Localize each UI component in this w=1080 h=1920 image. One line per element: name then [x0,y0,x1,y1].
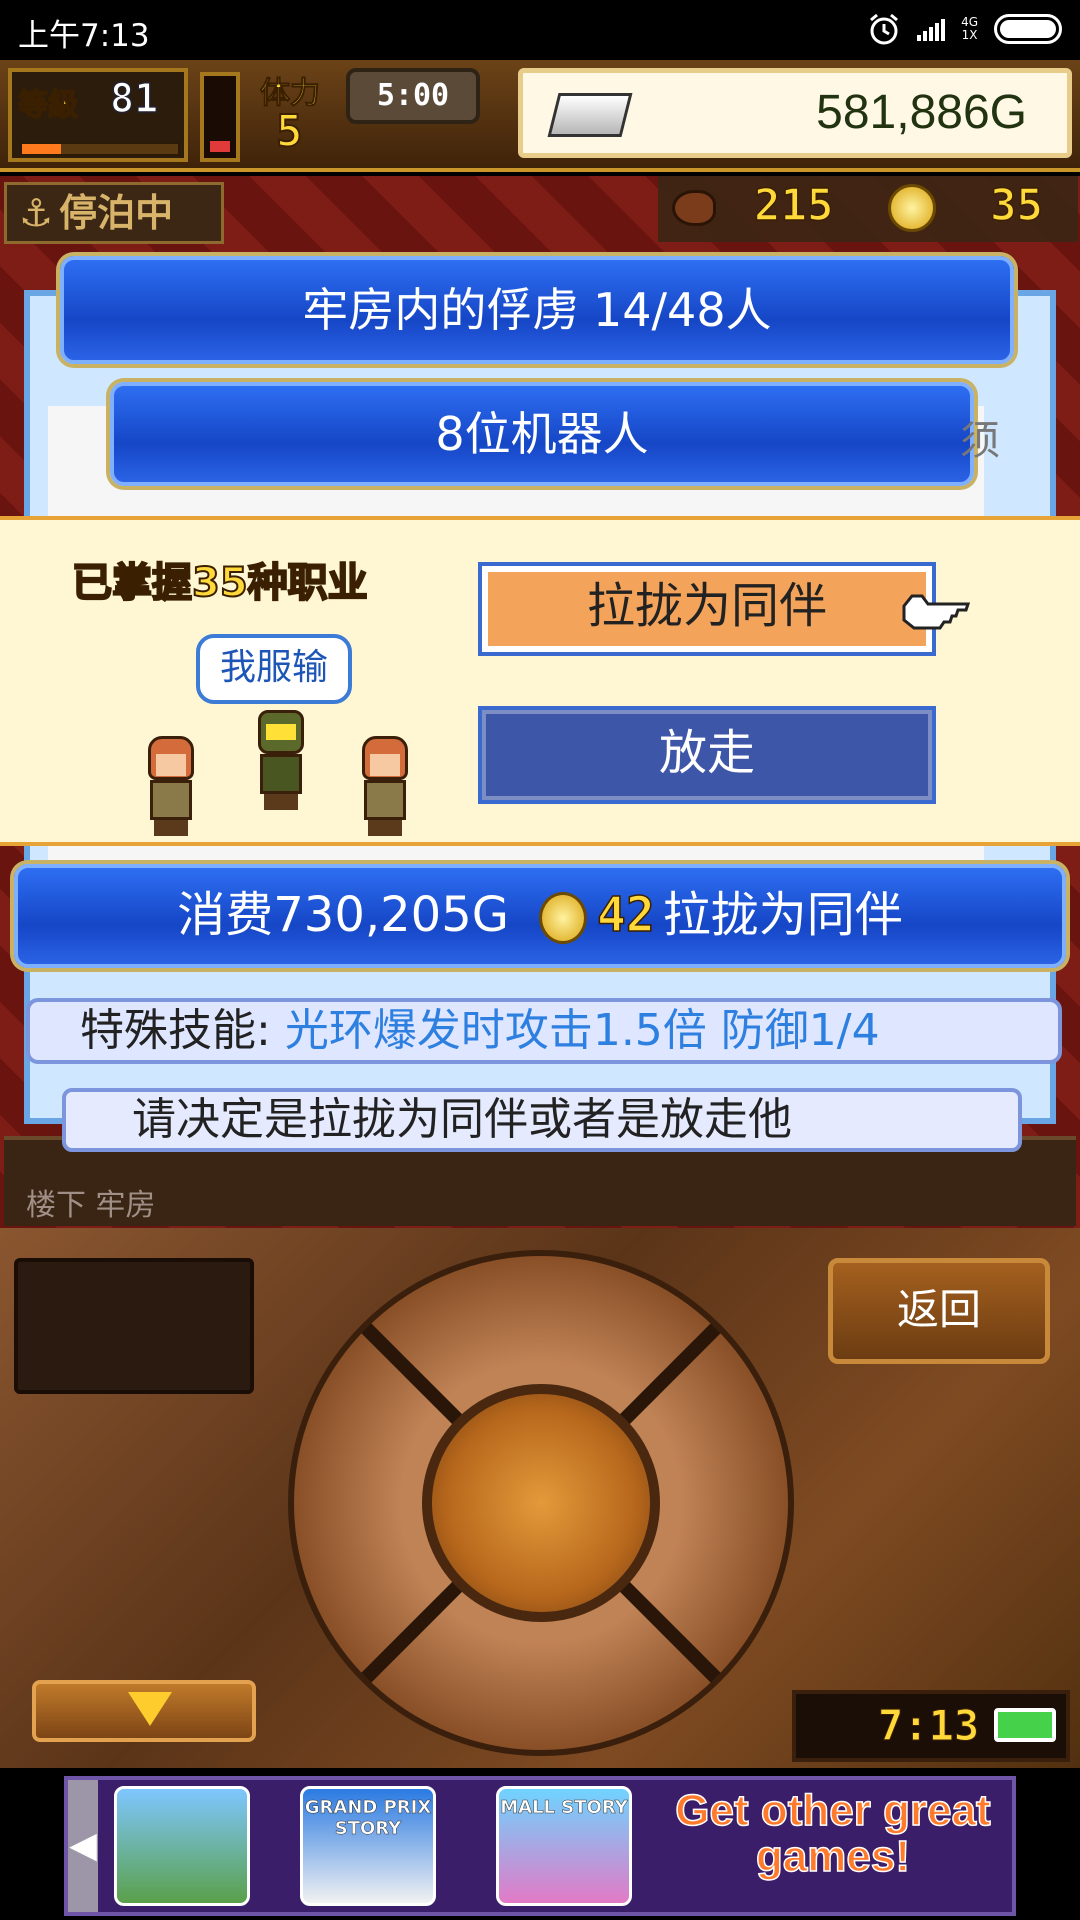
special-skill-bar: 特殊技能: 光环爆发时攻击1.5倍 防御1/4 [26,998,1062,1064]
recruit-dialog: 已掌握35种职业 我服输 拉拢为同伴 放走 [0,516,1080,846]
gold-amount: 581,886G [816,86,1027,139]
medal-icon [538,892,587,944]
cost-recruit-bar[interactable]: 消费730,205G 42 拉拢为同伴 [14,864,1066,968]
back-button[interactable]: 返回 [828,1258,1050,1364]
anchor-icon: ⚓ [19,191,54,235]
speech-bubble: 我服输 [196,634,352,704]
medal-icon [888,184,936,232]
cost-text: 消费730,205G [177,887,509,943]
ad-thumb-grand-prix[interactable]: GRAND PRIX STORY [300,1786,436,1906]
location-label: 楼下 牢房 [26,1188,156,1223]
stamina-value: 5 [275,105,303,158]
alarm-icon [870,13,899,45]
control-panel: 返回 7:13 [0,1228,1080,1768]
battery-icon [994,1708,1056,1742]
ad-thumb-mall[interactable]: MALL STORY [496,1786,632,1906]
guard-character-right [350,736,420,836]
game-hud: 等級 81 体力 5 5:00 581,886G [0,60,1080,172]
prisoners-title: 牢房内的俘虏 14/48人 [60,256,1014,364]
release-button[interactable]: 放走 [478,706,936,804]
battery-icon [994,14,1062,44]
menu-slot[interactable] [14,1258,254,1394]
medal-count: 35 [989,179,1043,232]
docked-status: ⚓ 停泊中 [4,182,224,244]
status-icons: 4G 1X [867,12,1062,46]
ad-thumb-kingdom[interactable] [114,1786,250,1906]
status-time: 上午7:13 [18,18,150,54]
ad-content[interactable]: ◀ GRAND PRIX STORY MALL STORY Get other … [64,1776,1016,1916]
arrow-down-icon [128,1692,172,1726]
ad-promo-text[interactable]: Get other great games! [658,1787,1008,1881]
docked-label: 停泊中 [59,191,174,235]
energy-gauge [200,72,240,162]
food-count: 215 [753,179,834,232]
scroll-down-button[interactable] [32,1680,256,1742]
level-box: 等級 81 [8,68,188,162]
gold-box: 581,886G [518,68,1072,158]
network-type: 4G 1X [961,15,978,42]
food-icon [672,190,716,226]
medal-cost: 42 [596,886,655,944]
clipped-label: 须 [960,418,1000,464]
game-clock: 7:13 [792,1690,1070,1762]
hint-message: 请决定是拉拢为同伴或者是放走他 [62,1088,1022,1152]
gold-bar-icon [547,93,633,137]
dpad-center-button[interactable] [422,1384,660,1622]
recruit-button[interactable]: 拉拢为同伴 [478,562,936,656]
ad-banner[interactable]: ◀ GRAND PRIX STORY MALL STORY Get other … [0,1768,1080,1920]
level-label: 等級 [17,87,79,124]
skill-label: 特殊技能: [80,1005,271,1056]
robot-prisoner [246,710,316,810]
ad-prev-icon[interactable]: ◀ [68,1780,98,1912]
group-title: 8位机器人 [110,382,974,486]
game-scene: ⚓ 停泊中 215 35 牢房内的俘虏 14/48人 8位机器人 须 已掌握35种… [0,176,1080,1228]
resources: 215 35 [658,176,1078,242]
cost-action: 拉拢为同伴 [662,887,903,943]
dpad[interactable] [288,1250,794,1756]
mastered-jobs: 已掌握35种职业 [71,559,369,607]
game-clock-time: 7:13 [877,1701,980,1751]
level-value: 81 [109,75,159,123]
signal-icon [917,17,946,41]
timer: 5:00 [346,68,480,124]
guard-character-left [136,736,206,836]
pointer-hand-icon [902,594,970,630]
level-progress-bar [20,142,180,156]
status-bar: 上午7:13 4G 1X [0,0,1080,60]
skill-value: 光环爆发时攻击1.5倍 防御1/4 [284,1005,880,1056]
